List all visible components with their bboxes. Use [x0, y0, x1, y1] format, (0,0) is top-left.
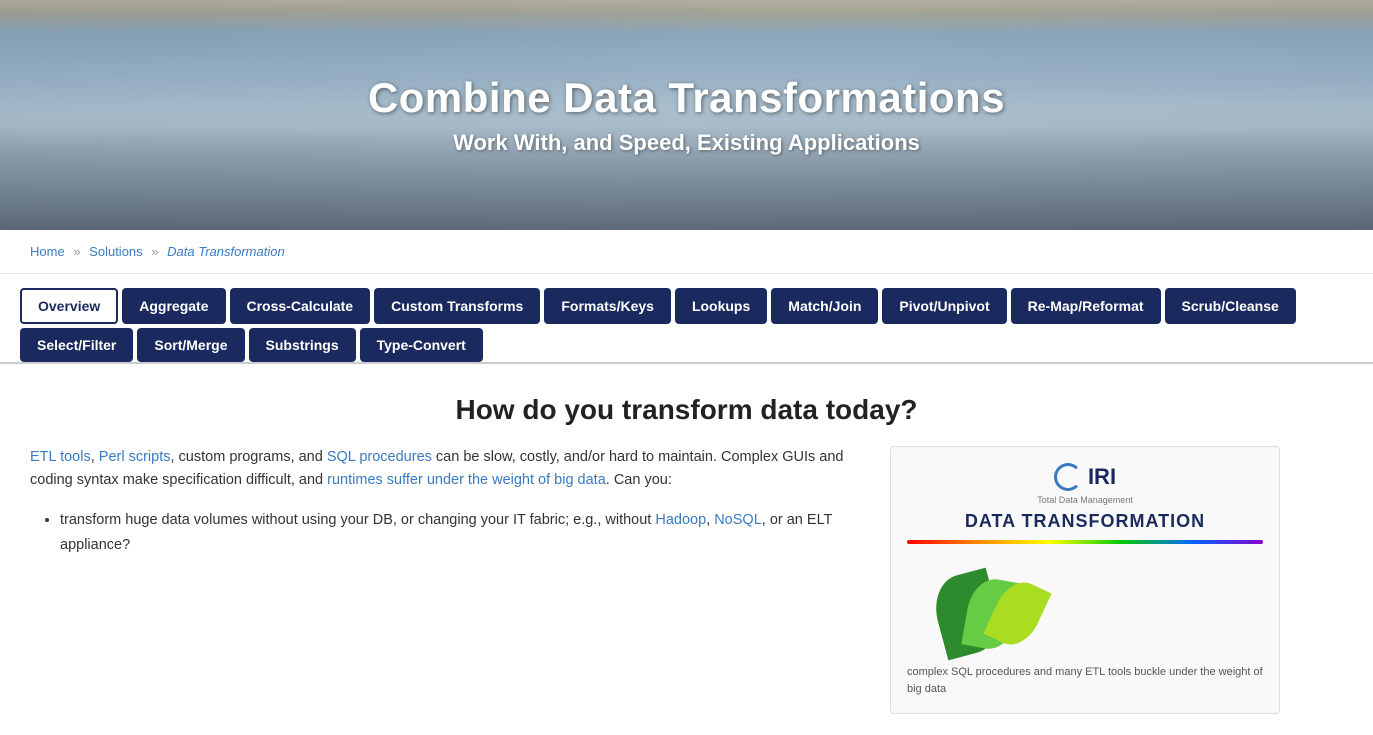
iri-box: IRI Total Data Management DATA TRANSFORM… [890, 446, 1280, 714]
iri-logo-text: IRI [1088, 464, 1116, 490]
tab-cross-calculate[interactable]: Cross-Calculate [230, 288, 371, 324]
rainbow-bar [907, 540, 1263, 544]
tab-formats-keys[interactable]: Formats/Keys [544, 288, 671, 324]
nav-tabs: OverviewAggregateCross-CalculateCustom T… [0, 274, 1373, 364]
runtimes-link[interactable]: runtimes suffer under the weight of big … [327, 472, 606, 488]
tab-overview[interactable]: Overview [20, 288, 118, 324]
tab-type-convert[interactable]: Type-Convert [360, 328, 483, 362]
tab-substrings[interactable]: Substrings [249, 328, 356, 362]
main-content: How do you transform data today? ETL too… [0, 364, 1373, 734]
etl-tools-link[interactable]: ETL tools [30, 449, 91, 465]
bullet-item-1: transform huge data volumes without usin… [60, 508, 850, 557]
perl-scripts-link[interactable]: Perl scripts [99, 449, 171, 465]
tab-lookups[interactable]: Lookups [675, 288, 767, 324]
tab-match-join[interactable]: Match/Join [771, 288, 878, 324]
content-right: IRI Total Data Management DATA TRANSFORM… [890, 446, 1280, 714]
iri-logo-circle [1054, 463, 1082, 491]
content-left: ETL tools, Perl scripts, custom programs… [30, 446, 850, 562]
tab-aggregate[interactable]: Aggregate [122, 288, 225, 324]
iri-logo-subtitle: Total Data Management [907, 495, 1263, 505]
breadcrumb-solutions[interactable]: Solutions [89, 244, 142, 259]
breadcrumb-sep-2: » [151, 244, 158, 259]
section-heading: How do you transform data today? [30, 394, 1343, 426]
content-layout: ETL tools, Perl scripts, custom programs… [30, 446, 1343, 714]
intro-paragraph: ETL tools, Perl scripts, custom programs… [30, 446, 850, 492]
iri-description: complex SQL procedures and many ETL tool… [907, 664, 1263, 697]
bullet-list: transform huge data volumes without usin… [60, 508, 850, 557]
hero-title: Combine Data Transformations [368, 74, 1005, 122]
tab-scrub-cleanse[interactable]: Scrub/Cleanse [1165, 288, 1296, 324]
sql-procedures-link[interactable]: SQL procedures [327, 449, 432, 465]
leaves-container [907, 554, 1263, 654]
hadoop-link[interactable]: Hadoop [655, 512, 706, 528]
nosql-link[interactable]: NoSQL [714, 512, 762, 528]
tab-pivot-unpivot[interactable]: Pivot/Unpivot [882, 288, 1006, 324]
hero-section: Combine Data Transformations Work With, … [0, 0, 1373, 230]
breadcrumb-current: Data Transformation [167, 244, 285, 259]
tab-custom-transforms[interactable]: Custom Transforms [374, 288, 540, 324]
tab-select-filter[interactable]: Select/Filter [20, 328, 133, 362]
tab-re-map-reformat[interactable]: Re-Map/Reformat [1011, 288, 1161, 324]
iri-logo: IRI [907, 463, 1263, 491]
hero-subtitle: Work With, and Speed, Existing Applicati… [453, 130, 920, 156]
iri-section-title: DATA TRANSFORMATION [907, 511, 1263, 532]
hero-city-overlay [0, 110, 1373, 230]
breadcrumb-sep-1: » [73, 244, 80, 259]
breadcrumb-home[interactable]: Home [30, 244, 65, 259]
breadcrumb: Home » Solutions » Data Transformation [0, 230, 1373, 274]
tab-sort-merge[interactable]: Sort/Merge [137, 328, 244, 362]
